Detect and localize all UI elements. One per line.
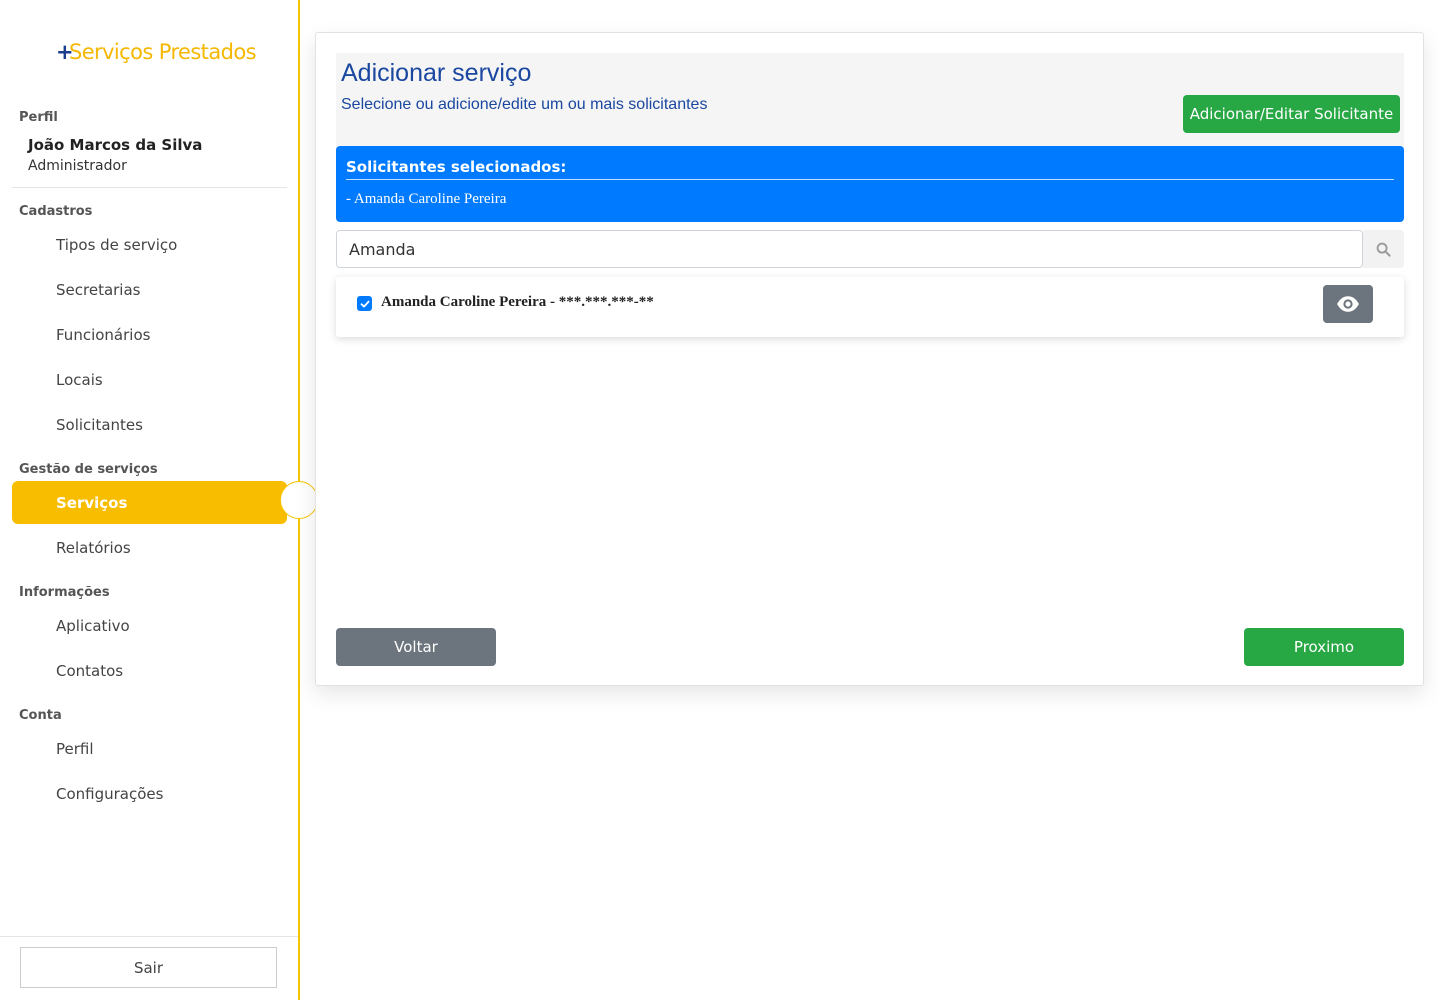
selected-requesters-panel: Solicitantes selecionados: - Amanda Caro… xyxy=(336,146,1404,222)
add-edit-requester-button[interactable]: Adicionar/Editar Solicitante xyxy=(1183,95,1400,133)
check-icon xyxy=(360,300,370,307)
eye-icon xyxy=(1337,296,1359,312)
sidebar-item-configuracoes[interactable]: Configurações xyxy=(56,785,163,803)
search-button[interactable] xyxy=(1363,230,1404,268)
search-input-value: Amanda xyxy=(349,239,416,259)
logout-button[interactable]: Sair xyxy=(20,947,277,988)
sidebar-item-locais[interactable]: Locais xyxy=(56,371,103,389)
divider xyxy=(0,936,298,937)
selected-requester-item: - Amanda Caroline Pereira xyxy=(346,191,507,207)
sidebar-item-perfil[interactable]: Perfil xyxy=(56,740,94,758)
logo-text: Serviços Prestados xyxy=(69,40,257,64)
divider xyxy=(12,187,287,188)
requester-checkbox[interactable] xyxy=(357,296,372,311)
search-icon xyxy=(1376,242,1391,257)
main-card: Adicionar serviço Selecione ou adicione/… xyxy=(315,32,1424,686)
back-button[interactable]: Voltar xyxy=(336,628,496,666)
sidebar-item-servicos[interactable]: Serviços xyxy=(12,481,287,524)
page-title: Adicionar serviço xyxy=(341,59,532,87)
view-requester-button[interactable] xyxy=(1323,285,1373,323)
active-indicator xyxy=(280,481,318,519)
sidebar-item-tipos-de-servico[interactable]: Tipos de serviço xyxy=(56,236,177,254)
sidebar-item-funcionarios[interactable]: Funcionários xyxy=(56,326,150,344)
section-label-informacoes: Informações xyxy=(19,585,110,600)
next-button[interactable]: Proximo xyxy=(1244,628,1404,666)
sidebar-item-relatorios[interactable]: Relatórios xyxy=(56,539,131,557)
requester-name: Amanda Caroline Pereira - ***.***.***-** xyxy=(381,294,654,310)
sidebar-item-secretarias[interactable]: Secretarias xyxy=(56,281,140,299)
sidebar-item-solicitantes[interactable]: Solicitantes xyxy=(56,416,143,434)
section-label-gestao: Gestão de serviços xyxy=(19,462,158,477)
selected-requesters-title: Solicitantes selecionados: xyxy=(346,158,567,176)
page-subtitle: Selecione ou adicione/edite um ou mais s… xyxy=(341,96,708,113)
list-item: Amanda Caroline Pereira - ***.***.***-** xyxy=(336,277,1404,337)
section-label-conta: Conta xyxy=(19,708,62,723)
sidebar-item-label: Serviços xyxy=(56,494,128,512)
section-label-profile: Perfil xyxy=(19,110,58,125)
search-input[interactable]: Amanda xyxy=(336,230,1363,268)
section-label-cadastros: Cadastros xyxy=(19,204,93,219)
sidebar: +Serviços Prestados Perfil João Marcos d… xyxy=(0,0,318,1000)
sidebar-item-contatos[interactable]: Contatos xyxy=(56,662,123,680)
app-logo[interactable]: +Serviços Prestados xyxy=(56,40,257,64)
user-name: João Marcos da Silva xyxy=(28,136,203,154)
user-role: Administrador xyxy=(28,158,127,174)
divider xyxy=(346,179,1394,180)
sidebar-item-aplicativo[interactable]: Aplicativo xyxy=(56,617,130,635)
